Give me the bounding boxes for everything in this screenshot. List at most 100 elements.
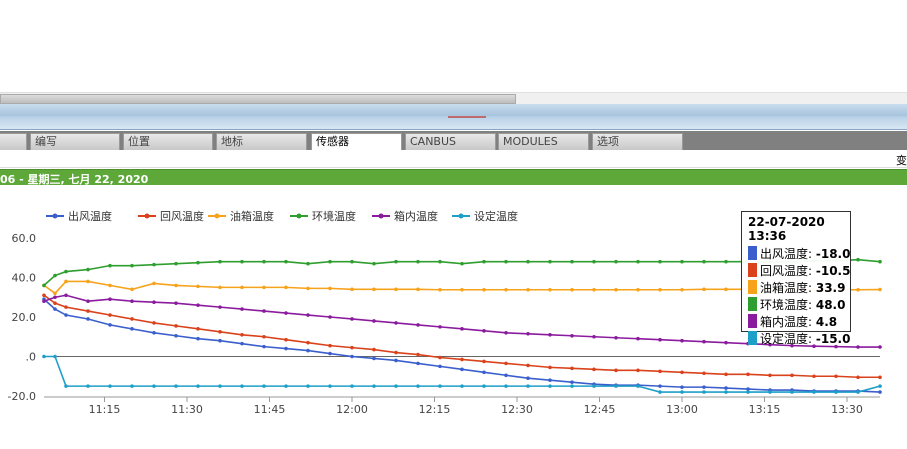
data-point — [196, 336, 200, 341]
data-point — [262, 334, 266, 339]
data-point — [284, 311, 288, 315]
data-point — [482, 370, 486, 375]
data-point — [482, 384, 486, 388]
data-point — [680, 338, 684, 343]
x-tick-label: 11:15 — [89, 403, 121, 416]
y-tick-label: 60.0 — [12, 232, 37, 245]
tab-landmark[interactable]: 地标 — [216, 133, 307, 150]
data-point — [196, 327, 200, 331]
data-point — [768, 390, 772, 394]
data-point — [658, 390, 662, 394]
data-point — [394, 287, 398, 292]
data-point — [218, 285, 222, 290]
data-point — [240, 259, 244, 264]
tab-location[interactable]: 位置 — [123, 133, 213, 150]
data-point — [284, 285, 288, 290]
data-point — [680, 385, 684, 389]
data-point — [372, 261, 376, 266]
data-point — [130, 287, 134, 292]
data-point — [636, 287, 640, 292]
data-point — [86, 267, 90, 272]
splitter-grip-icon[interactable] — [448, 116, 486, 118]
data-point — [614, 335, 618, 340]
data-point — [372, 287, 376, 292]
data-point — [328, 343, 332, 348]
data-point — [834, 374, 838, 379]
data-point — [460, 287, 464, 292]
data-point — [482, 287, 486, 292]
tab-canbus[interactable]: CANBUS — [405, 133, 496, 150]
data-point — [460, 327, 464, 331]
data-point — [108, 384, 112, 388]
x-tick-label: 13:00 — [666, 403, 698, 416]
x-tick-label: 11:45 — [254, 403, 286, 416]
data-point — [724, 390, 728, 394]
data-point — [86, 317, 90, 321]
data-point — [196, 284, 200, 289]
data-point — [438, 364, 442, 369]
tooltip-row: 油箱温度: 33.9 — [748, 280, 846, 297]
data-point — [64, 384, 68, 388]
data-point — [526, 331, 530, 336]
data-point — [878, 390, 882, 394]
data-point — [438, 384, 442, 388]
data-point — [196, 303, 200, 307]
tab-edit[interactable]: 编写 — [30, 133, 120, 150]
data-point — [548, 259, 552, 264]
data-point — [262, 259, 266, 264]
data-point — [680, 390, 684, 394]
data-point — [702, 259, 706, 264]
data-point — [350, 317, 354, 321]
date-header-bar: 06 - 星期三, 七月 22, 2020 — [0, 169, 907, 186]
data-point — [152, 262, 156, 267]
data-point — [284, 346, 288, 351]
infobar-right-text[interactable]: 变 — [896, 152, 907, 168]
data-point — [548, 332, 552, 337]
legend-marker — [378, 213, 384, 219]
data-point — [218, 259, 222, 264]
tab-modules[interactable]: MODULES — [498, 133, 589, 150]
data-point — [416, 259, 420, 264]
legend-marker — [458, 213, 464, 219]
horizontal-scrollbar[interactable] — [0, 92, 907, 104]
data-point — [416, 352, 420, 357]
tab-sensor[interactable]: 传感器 — [311, 133, 402, 151]
data-point — [724, 372, 728, 377]
data-point — [350, 287, 354, 292]
data-point — [262, 344, 266, 349]
data-point — [372, 384, 376, 388]
tooltip-value: 33.9 — [815, 281, 846, 295]
tooltip-swatch — [748, 263, 757, 277]
y-tick-label: -20.0 — [8, 390, 36, 403]
tooltip-swatch — [748, 246, 757, 260]
scrollbar-thumb[interactable] — [0, 94, 516, 104]
data-point — [724, 386, 728, 390]
tab-options[interactable]: 选项 — [592, 133, 683, 150]
data-point — [856, 287, 860, 292]
tooltip-value: 48.0 — [815, 298, 846, 312]
info-bar: 变 — [0, 150, 907, 168]
data-point — [240, 285, 244, 290]
data-point — [658, 287, 662, 292]
legend-marker — [214, 213, 220, 219]
data-point — [416, 323, 420, 327]
data-point — [86, 384, 90, 388]
data-point — [636, 259, 640, 264]
data-point — [262, 384, 266, 388]
legend-label: 油箱温度 — [230, 209, 274, 223]
tooltip-label: 环境温度: — [760, 298, 816, 312]
y-tick-label: 40.0 — [12, 272, 37, 285]
data-point — [482, 259, 486, 264]
data-point — [108, 283, 112, 288]
tooltip-label: 回风温度: — [760, 264, 816, 278]
tooltip-row: 设定温度: -15.0 — [748, 331, 850, 348]
data-point — [306, 313, 310, 317]
panel-splitter[interactable] — [0, 104, 907, 130]
tab-hidden[interactable] — [0, 133, 27, 150]
data-point — [152, 331, 156, 335]
tooltip-row: 出风温度: -18.0 — [748, 246, 850, 263]
legend-marker — [52, 213, 58, 219]
tooltip-swatch — [748, 280, 757, 294]
data-point — [526, 259, 530, 264]
data-point — [152, 300, 156, 304]
